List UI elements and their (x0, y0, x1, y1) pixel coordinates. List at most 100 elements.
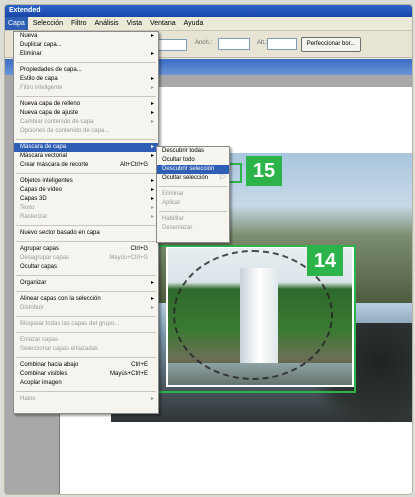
mascara-submenu: Descubrir todas Ocultar todo Descubrir sel… (156, 146, 230, 243)
menu-item-mascara-de-capa[interactable]: Máscara de capa ▸ (14, 143, 158, 152)
menu-item-combinar-visibles[interactable]: Combinar visibles Mayús+Ctrl+E (14, 370, 158, 379)
menu-item-nueva-capa-de-ajuste[interactable]: Nueva capa de ajuste ▸ (14, 109, 158, 118)
menu-analisis[interactable]: Análisis (92, 17, 122, 30)
menu-shortcut: Mayús+Ctrl+E (109, 371, 148, 377)
menu-item-label: Duplicar capa... (20, 42, 62, 48)
menu-separator (16, 275, 156, 276)
step-badge-14: 14 (307, 246, 343, 276)
menu-item-label: Combinar visibles (20, 371, 68, 377)
menu-item-label: Máscara vectorial (20, 153, 68, 159)
menu-item-label: Rasterizar (20, 214, 48, 220)
menu-item-eliminar[interactable]: Eliminar ▸ (14, 50, 158, 59)
menu-item-estilo-de-capa[interactable]: Estilo de capa ▸ (14, 75, 158, 84)
menu-seleccion[interactable]: Selección (30, 17, 66, 30)
menu-item-label: Ocultar selección (162, 175, 209, 181)
menu-item-label: Crear máscara de recorte (20, 162, 89, 168)
menu-item-desenlazar: Desenlazar (157, 224, 229, 233)
menu-item-nueva[interactable]: Nueva ▸ (14, 32, 158, 41)
menu-item-mascara-vectorial[interactable]: Máscara vectorial ▸ (14, 152, 158, 161)
menu-item-nuevo-sector-basado-en-capa[interactable]: Nuevo sector basado en capa (14, 229, 158, 238)
menu-item-label: Texto (20, 205, 35, 211)
menu-separator (16, 241, 156, 242)
menu-item-acoplar-imagen[interactable]: Acoplar imagen (14, 379, 158, 388)
style-select[interactable]: ▾ (155, 39, 187, 51)
menu-item-label: Filtro inteligente (20, 85, 63, 91)
window-title: Extended (5, 5, 412, 17)
menu-ventana[interactable]: Ventana (147, 17, 179, 30)
menu-item-ocultar-capas[interactable]: Ocultar capas (14, 263, 158, 272)
menu-item-duplicar-capa[interactable]: Duplicar capa... (14, 41, 158, 50)
menu-item-label: Ocultar capas (20, 264, 58, 270)
alt-label: Alt.: (257, 40, 268, 46)
menu-separator (16, 391, 156, 392)
menu-ayuda[interactable]: Ayuda (181, 17, 207, 30)
menu-item-distribuir: Distribuir ▸ (14, 304, 158, 313)
submenu-arrow-icon: ▸ (150, 76, 154, 82)
menu-item-label: Nueva capa de ajuste (20, 110, 79, 116)
menu-item-organizar[interactable]: Organizar ▸ (14, 279, 158, 288)
menu-item-halos: Halos ▸ (14, 395, 158, 404)
menu-separator (16, 332, 156, 333)
menu-item-label: Distribuir (20, 305, 44, 311)
menu-item-label: Acoplar imagen (20, 380, 62, 386)
submenu-arrow-icon: ▸ (150, 214, 154, 220)
menu-item-agrupar-capas[interactable]: Agrupar capas Ctrl+G (14, 245, 158, 254)
menu-separator (16, 62, 156, 63)
menu-item-combinar-hacia-abajo[interactable]: Combinar hacia abajo Ctrl+E (14, 361, 158, 370)
menu-item-descubrir-todas[interactable]: Descubrir todas (157, 147, 229, 156)
menu-item-cambiar-contenido-de-capa: Cambiar contenido de capa ▸ (14, 118, 158, 127)
menu-item-label: Nuevo sector basado en capa (20, 230, 100, 236)
anch-label: Anch.: (195, 40, 213, 46)
menu-separator (16, 291, 156, 292)
submenu-arrow-icon: ▸ (150, 85, 154, 91)
submenu-arrow-icon: ▸ (150, 196, 154, 202)
menu-item-capas-3d[interactable]: Capas 3D ▸ (14, 195, 158, 204)
mouse-cursor-icon: ➤ (219, 172, 226, 181)
submenu-arrow-icon: ▸ (150, 51, 154, 57)
menu-item-bloquear-todas-las-capas-del-grupo: Bloquear todas las capas del grupo... (14, 320, 158, 329)
menu-item-label: Desagrupar capas (20, 255, 70, 261)
anch-field[interactable] (218, 38, 250, 50)
menu-item-label: Alinear capas con la selección (20, 296, 101, 302)
submenu-arrow-icon: ▸ (150, 280, 154, 286)
submenu-arrow-icon: ▸ (150, 110, 154, 116)
menu-item-label: Capas 3D (20, 196, 47, 202)
submenu-arrow-icon: ▸ (150, 119, 154, 125)
menu-item-label: Descubrir todas (162, 148, 205, 154)
menu-item-habilitar: Habilitar (157, 215, 229, 224)
menu-item-capas-de-video[interactable]: Capas de vídeo ▸ (14, 186, 158, 195)
menu-item-label: Cambiar contenido de capa (20, 119, 94, 125)
menu-item-ocultar-todo[interactable]: Ocultar todo (157, 156, 229, 165)
menu-shortcut: Ctrl+G (130, 246, 148, 252)
menu-item-objetos-inteligentes[interactable]: Objetos inteligentes ▸ (14, 177, 158, 186)
menu-item-label: Enlazar capas (20, 337, 59, 343)
submenu-arrow-icon: ▸ (150, 153, 154, 159)
menu-item-eliminar: Eliminar (157, 190, 229, 199)
menu-item-desagrupar-capas: Desagrupar capas Mayús+Ctrl+G (14, 254, 158, 263)
menu-item-label: Máscara de capa (20, 144, 67, 150)
app-window: Extended Capa Selección Filtro Análisis … (4, 4, 413, 495)
alt-field[interactable] (267, 38, 297, 50)
capa-menu: Nueva ▸ Duplicar capa... Eliminar ▸ Propiedad… (13, 31, 159, 414)
menu-filtro[interactable]: Filtro (68, 17, 90, 30)
menu-vista[interactable]: Vista (124, 17, 145, 30)
menu-separator (16, 316, 156, 317)
menu-item-label: Ocultar todo (162, 157, 195, 163)
menu-item-label: Agrupar capas (20, 246, 60, 252)
menu-shortcut: Ctrl+E (131, 362, 148, 368)
menu-item-aplicar: Aplicar (157, 199, 229, 208)
menu-item-rasterizar: Rasterizar ▸ (14, 213, 158, 222)
menu-bar: Capa Selección Filtro Análisis Vista Ven… (5, 17, 412, 31)
menu-item-nueva-capa-de-relleno[interactable]: Nueva capa de relleno ▸ (14, 100, 158, 109)
refine-edge-button[interactable]: Perfeccionar bor... (301, 37, 361, 52)
menu-item-propiedades-de-capa[interactable]: Propiedades de capa... (14, 66, 158, 75)
menu-item-crear-mascara-de-recorte[interactable]: Crear máscara de recorte Alt+Ctrl+G (14, 161, 158, 170)
submenu-arrow-icon: ▸ (150, 144, 154, 150)
menu-item-label: Eliminar (20, 51, 42, 57)
menu-shortcut: Alt+Ctrl+G (119, 162, 148, 168)
menu-item-label: Capas de vídeo (20, 187, 63, 193)
menu-separator (16, 225, 156, 226)
menu-capa[interactable]: Capa (5, 17, 28, 30)
menu-item-alinear-capas-con-la-seleccion[interactable]: Alinear capas con la selección ▸ (14, 295, 158, 304)
menu-item-label: Descubrir selección (162, 166, 215, 172)
